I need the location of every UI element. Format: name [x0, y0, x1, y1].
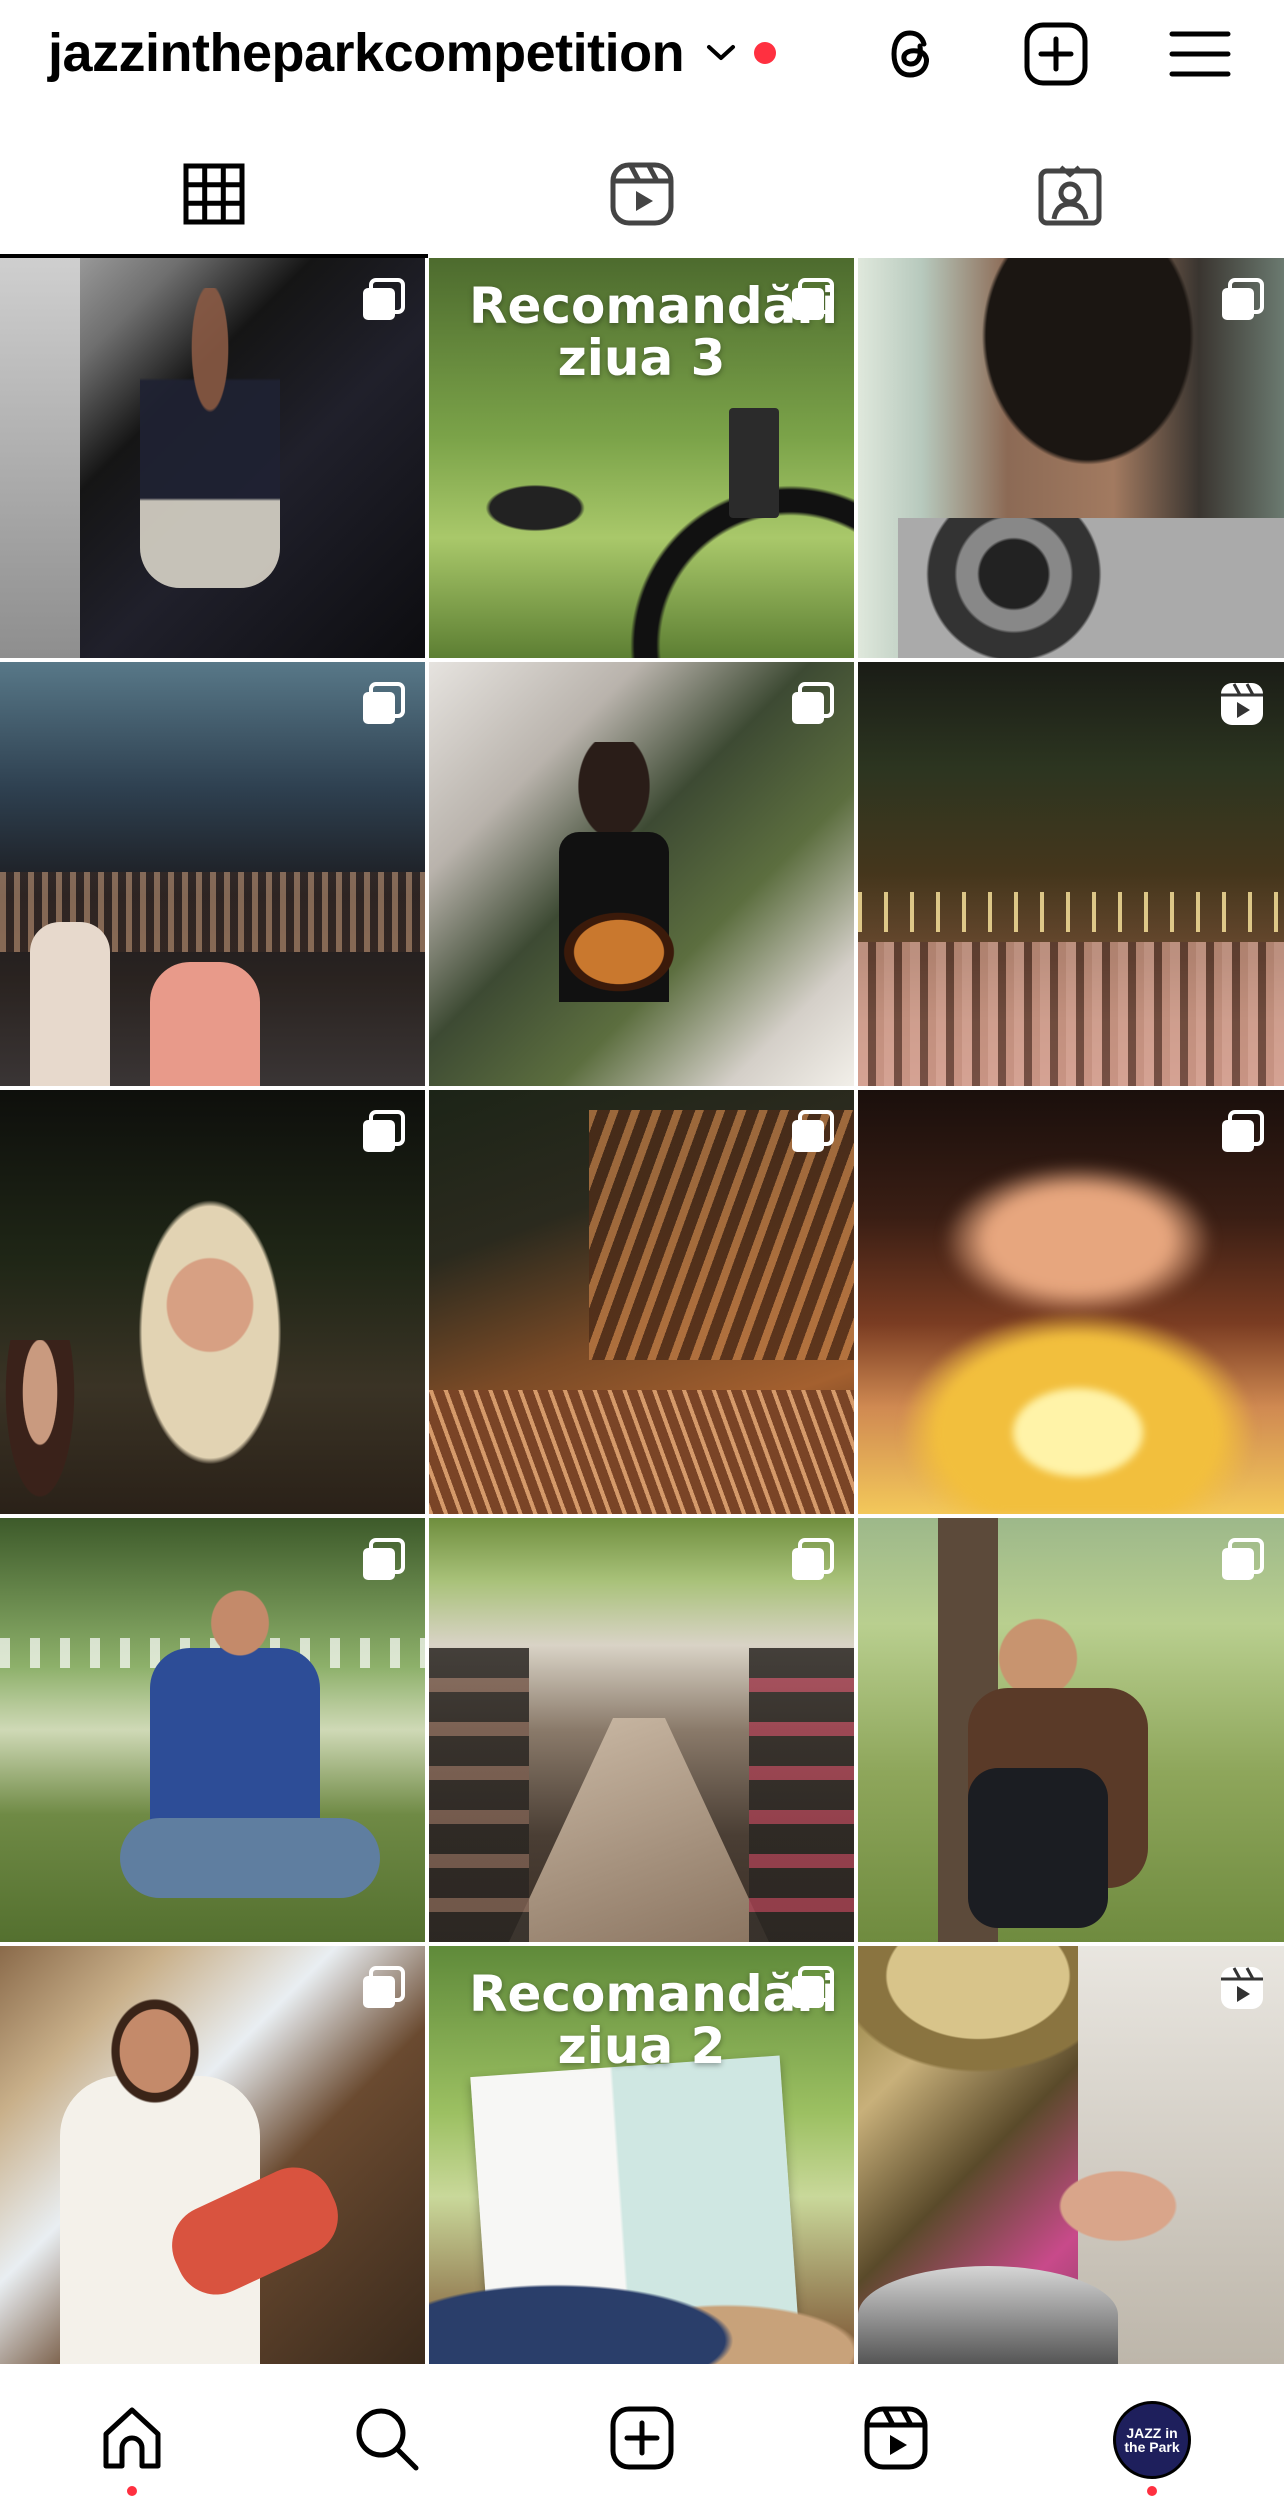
carousel-icon: [359, 1536, 407, 1584]
carousel-icon: [359, 1108, 407, 1156]
post-tile[interactable]: [0, 1518, 425, 1942]
notification-dot: [754, 42, 777, 64]
post-tile[interactable]: [429, 1518, 854, 1942]
post-tile[interactable]: [429, 1090, 854, 1514]
profile-tabs: [0, 140, 1284, 258]
new-post-icon[interactable]: [1020, 18, 1092, 90]
menu-icon[interactable]: [1164, 18, 1236, 90]
carousel-icon: [359, 1964, 407, 2012]
search-icon: [352, 2404, 420, 2477]
create-icon: [609, 2405, 675, 2476]
carousel-icon: [359, 680, 407, 728]
post-tile[interactable]: [0, 1090, 425, 1514]
chevron-down-icon[interactable]: [706, 38, 736, 68]
profile-avatar: JAZZ in the Park: [1113, 2401, 1191, 2479]
carousel-icon: [1218, 276, 1266, 324]
carousel-icon: [788, 1536, 836, 1584]
posts-grid: Recomandări ziua 3 Recomandări ziua 2: [0, 258, 1284, 2364]
post-tile[interactable]: [429, 662, 854, 1086]
post-tile[interactable]: [0, 258, 425, 658]
bottom-navigation: JAZZ in the Park: [0, 2364, 1284, 2510]
tab-tagged[interactable]: [856, 140, 1284, 252]
carousel-icon: [788, 1964, 836, 2012]
reels-icon: [863, 2405, 929, 2476]
nav-create[interactable]: [602, 2400, 682, 2480]
home-notification-dot: [127, 2486, 137, 2496]
reels-icon: [609, 161, 675, 232]
reel-icon: [1218, 1964, 1266, 2012]
nav-home[interactable]: [92, 2400, 172, 2480]
post-tile[interactable]: Recomandări ziua 2: [429, 1946, 854, 2364]
tab-reels[interactable]: [428, 140, 856, 252]
post-tile[interactable]: [858, 1518, 1284, 1942]
post-tile[interactable]: [0, 662, 425, 1086]
carousel-icon: [788, 276, 836, 324]
nav-search[interactable]: [346, 2400, 426, 2480]
carousel-icon: [788, 680, 836, 728]
reel-icon: [1218, 680, 1266, 728]
carousel-icon: [1218, 1108, 1266, 1156]
account-switcher[interactable]: jazzintheparkcompetition: [48, 18, 777, 88]
username[interactable]: jazzintheparkcompetition: [48, 22, 685, 84]
nav-profile[interactable]: JAZZ in the Park: [1112, 2400, 1192, 2480]
threads-icon[interactable]: [876, 18, 948, 90]
post-tile[interactable]: [858, 1090, 1284, 1514]
post-tile[interactable]: [858, 662, 1284, 1086]
grid-icon: [183, 163, 245, 230]
home-icon: [98, 2404, 166, 2477]
nav-reels[interactable]: [856, 2400, 936, 2480]
profile-notification-dot: [1147, 2486, 1157, 2496]
post-tile[interactable]: Recomandări ziua 3: [429, 258, 854, 658]
tagged-icon: [1037, 161, 1103, 232]
post-tile[interactable]: [0, 1946, 425, 2364]
tab-posts-grid[interactable]: [0, 140, 428, 258]
avatar-logo-text: JAZZ in the Park: [1124, 2425, 1180, 2455]
carousel-icon: [359, 276, 407, 324]
profile-header: jazzintheparkcompetition: [0, 0, 1284, 110]
carousel-icon: [1218, 1536, 1266, 1584]
post-tile[interactable]: [858, 1946, 1284, 2364]
carousel-icon: [788, 1108, 836, 1156]
post-tile[interactable]: [858, 258, 1284, 658]
